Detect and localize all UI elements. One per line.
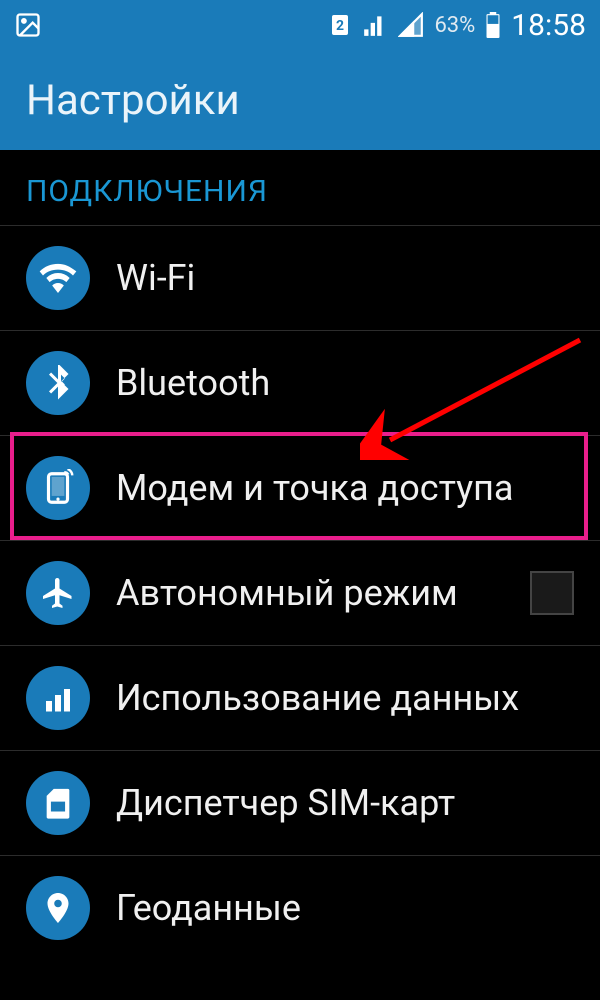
header: Настройки (0, 50, 600, 150)
battery-percent: 63% (434, 13, 475, 38)
settings-item-data-usage[interactable]: Использование данных (0, 646, 600, 751)
item-label: Модем и точка доступа (116, 467, 574, 509)
tethering-icon (26, 456, 90, 520)
location-icon (26, 876, 90, 940)
network-icon (398, 12, 424, 38)
page-title: Настройки (26, 76, 240, 125)
item-label: Геоданные (116, 887, 574, 929)
sim-icon (26, 771, 90, 835)
status-bar: 2 63% 18:58 (0, 0, 600, 50)
item-label: Использование данных (116, 677, 574, 719)
settings-item-airplane[interactable]: Автономный режим (0, 541, 600, 646)
settings-item-location[interactable]: Геоданные (0, 856, 600, 960)
bluetooth-icon (26, 351, 90, 415)
data-usage-icon (26, 666, 90, 730)
settings-item-sim-manager[interactable]: Диспетчер SIM-карт (0, 751, 600, 856)
item-label: Автономный режим (116, 572, 520, 614)
item-label: Диспетчер SIM-карт (116, 782, 574, 824)
settings-item-wifi[interactable]: Wi-Fi (0, 226, 600, 331)
sim-indicator: 2 (328, 13, 352, 37)
item-label: Bluetooth (116, 362, 574, 404)
section-label: ПОДКЛЮЧЕНИЯ (26, 174, 268, 209)
wifi-icon (26, 246, 90, 310)
signal-icon (362, 12, 388, 38)
clock: 18:58 (511, 8, 586, 43)
settings-item-bluetooth[interactable]: Bluetooth (0, 331, 600, 436)
svg-text:2: 2 (336, 18, 344, 34)
battery-icon (485, 12, 501, 38)
item-label: Wi-Fi (116, 257, 574, 299)
airplane-icon (26, 561, 90, 625)
image-icon (14, 11, 42, 39)
airplane-checkbox[interactable] (530, 571, 574, 615)
section-header-connections: ПОДКЛЮЧЕНИЯ (0, 150, 600, 226)
settings-item-tethering[interactable]: Модем и точка доступа (0, 436, 600, 541)
